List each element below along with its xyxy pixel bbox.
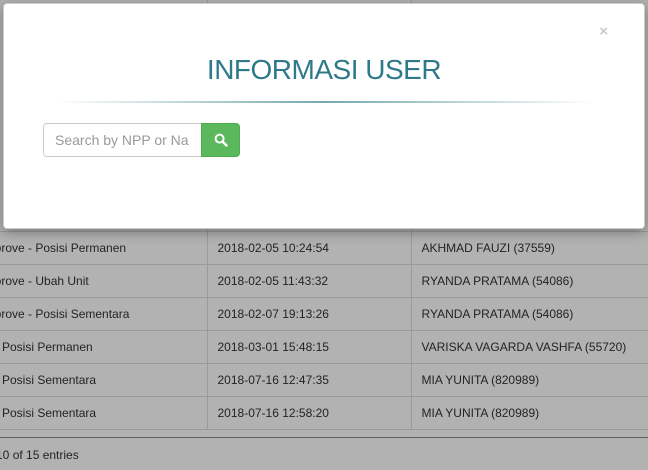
search-icon [214, 133, 228, 147]
user-info-modal: × INFORMASI USER [3, 3, 645, 229]
search-button[interactable] [201, 123, 240, 157]
modal-title: INFORMASI USER [206, 54, 442, 85]
search-group [43, 123, 240, 157]
search-input[interactable] [43, 123, 201, 157]
close-button[interactable]: × [599, 24, 608, 39]
title-divider [56, 101, 596, 103]
